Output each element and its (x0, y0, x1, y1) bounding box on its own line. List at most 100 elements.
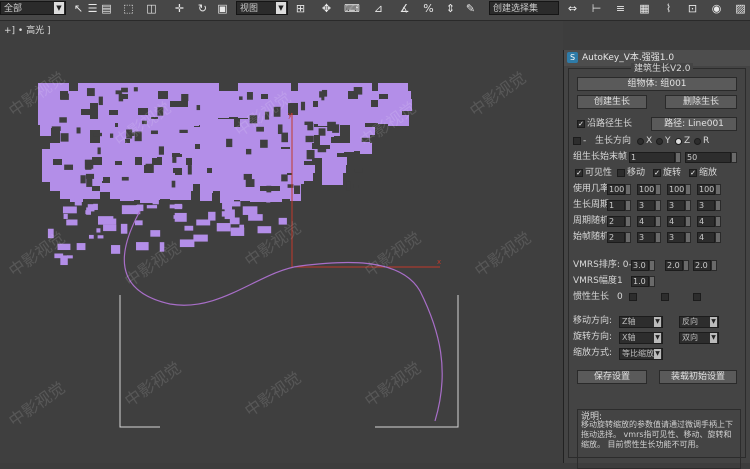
graphite-tools-icon[interactable]: ▦ (638, 2, 651, 15)
period-random-spinner-3[interactable] (685, 216, 691, 227)
schematic-view-icon[interactable]: ⊡ (686, 2, 699, 15)
growth-period-field-4[interactable]: 3 (697, 200, 715, 211)
percent-snap-icon[interactable]: % (422, 2, 435, 15)
inertia-checkbox-1[interactable] (629, 293, 637, 301)
end-frame-field[interactable]: 50 (685, 152, 731, 163)
axis-r-radio[interactable] (694, 138, 701, 145)
period-random-field-1[interactable]: 2 (607, 216, 625, 227)
scale-checkbox[interactable]: ✓ (689, 169, 697, 177)
layer-manager-icon[interactable]: ≡ (614, 2, 627, 15)
start-frame-spinner[interactable] (675, 152, 681, 163)
named-selection-dropdown[interactable]: 创建选择集 (489, 1, 559, 15)
vmrs-order-field-1[interactable]: 3.0 (631, 260, 649, 271)
growth-period-spinner-4[interactable] (715, 200, 721, 211)
vmrs-order-field-3[interactable]: 2.0 (693, 260, 711, 271)
start-random-field-2[interactable]: 3 (637, 232, 655, 243)
snap-toggle-icon[interactable]: ⊿ (372, 2, 385, 15)
period-random-field-2[interactable]: 4 (637, 216, 655, 227)
axis-z-radio[interactable] (675, 138, 682, 145)
spinner-snap-icon[interactable]: ⇕ (444, 2, 457, 15)
growth-period-spinner-1[interactable] (625, 200, 631, 211)
group-object-button[interactable]: 组物体: 组001 (577, 77, 737, 91)
load-defaults-button[interactable]: 装载初始设置 (659, 370, 737, 384)
path-growth-checkbox[interactable]: ✓ (577, 120, 585, 128)
viewport-label[interactable]: +] • 高光 ] (4, 23, 50, 36)
window-crossing-icon[interactable]: ◫ (145, 2, 158, 15)
vmrs-order-spinner-1[interactable] (649, 260, 655, 271)
delete-growth-button[interactable]: 删除生长 (665, 95, 737, 109)
move-icon[interactable]: ✛ (173, 2, 186, 15)
pivot-center-icon[interactable]: ⊞ (294, 2, 307, 15)
select-manipulate-icon[interactable]: ✥ (320, 2, 333, 15)
growth-period-spinner-2[interactable] (655, 200, 661, 211)
period-random-spinner-2[interactable] (655, 216, 661, 227)
start-random-field-4[interactable]: 4 (697, 232, 715, 243)
axis-x-radio[interactable] (637, 138, 644, 145)
angle-snap-icon[interactable]: ∡ (398, 2, 411, 15)
select-list-icon[interactable]: ▤ (100, 2, 113, 15)
probability-field-2[interactable]: 100 (637, 184, 655, 195)
reference-coordinate-dropdown[interactable]: 视图 ▼ (236, 1, 288, 15)
selection-filter-dropdown[interactable]: 全部 ▼ (0, 1, 66, 15)
period-random-spinner-1[interactable] (625, 216, 631, 227)
visibility-checkbox[interactable]: ✓ (575, 169, 583, 177)
scale-icon[interactable]: ▣ (216, 2, 229, 15)
probability-spinner-4[interactable] (715, 184, 721, 195)
save-settings-button[interactable]: 保存设置 (577, 370, 647, 384)
render-setup-icon[interactable]: ▨ (734, 2, 747, 15)
rotate-mode-dropdown[interactable]: 双向 ▼ (679, 332, 719, 344)
start-random-field-3[interactable]: 3 (667, 232, 685, 243)
growth-period-field-1[interactable]: 1 (607, 200, 625, 211)
rotate-axis-dropdown[interactable]: X轴 ▼ (619, 332, 663, 344)
start-random-spinner-3[interactable] (685, 232, 691, 243)
align-icon[interactable]: ⊢ (590, 2, 603, 15)
mirror-icon[interactable]: ⇔ (566, 2, 579, 15)
axis-y-radio[interactable] (656, 138, 663, 145)
curve-editor-icon[interactable]: ⌇ (662, 2, 675, 15)
probability-field-4[interactable]: 100 (697, 184, 715, 195)
probability-field-1[interactable]: 100 (607, 184, 625, 195)
building-piece (200, 119, 211, 127)
growth-period-spinner-3[interactable] (685, 200, 691, 211)
rotate-icon[interactable]: ↻ (196, 2, 209, 15)
vmrs-order-spinner-2[interactable] (683, 260, 689, 271)
inertia-checkbox-2[interactable] (661, 293, 669, 301)
scale-mode-dropdown[interactable]: 等比缩放 ▼ (619, 348, 663, 360)
growth-direction-checkbox[interactable] (573, 137, 581, 145)
edit-named-selection-icon[interactable]: ✎ (464, 2, 477, 15)
building-piece (88, 234, 94, 239)
keyboard-shortcut-icon[interactable]: ⌨ (344, 2, 360, 15)
move-mode-dropdown[interactable]: 反向 ▼ (679, 316, 719, 328)
growth-period-field-2[interactable]: 3 (637, 200, 655, 211)
inertia-checkbox-3[interactable] (693, 293, 701, 301)
growth-period-field-3[interactable]: 3 (667, 200, 685, 211)
probability-spinner-3[interactable] (685, 184, 691, 195)
material-editor-icon[interactable]: ◉ (710, 2, 723, 15)
rectangle-select-icon[interactable]: ⬚ (122, 2, 135, 15)
vmrs-amplitude-spinner[interactable] (649, 276, 655, 287)
period-random-spinner-4[interactable] (715, 216, 721, 227)
vmrs-amplitude-field[interactable]: 1.0 (631, 276, 649, 287)
path-pick-button[interactable]: 路径: Line001 (651, 117, 737, 131)
vmrs-order-field-2[interactable]: 2.0 (665, 260, 683, 271)
select-by-name-icon[interactable]: ☰ (86, 2, 99, 15)
period-random-field-3[interactable]: 4 (667, 216, 685, 227)
rotate-checkbox[interactable]: ✓ (653, 169, 661, 177)
probability-field-3[interactable]: 100 (667, 184, 685, 195)
select-object-icon[interactable]: ↖ (72, 2, 85, 15)
create-growth-button[interactable]: 创建生长 (577, 95, 647, 109)
start-random-field-1[interactable]: 2 (607, 232, 625, 243)
move-axis-dropdown[interactable]: Z轴 ▼ (619, 316, 663, 328)
move-checkbox[interactable] (617, 169, 625, 177)
vmrs-order-spinner-3[interactable] (711, 260, 717, 271)
building-piece (278, 217, 287, 225)
probability-spinner-1[interactable] (625, 184, 631, 195)
probability-spinner-2[interactable] (655, 184, 661, 195)
end-frame-spinner[interactable] (731, 152, 737, 163)
start-frame-field[interactable]: 1 (629, 152, 675, 163)
perspective-viewport[interactable]: y x +] • 高光 ] 中影视觉 中影视觉 中影视觉 中影视觉 中影视觉 中… (0, 21, 563, 463)
start-random-spinner-4[interactable] (715, 232, 721, 243)
start-random-spinner-1[interactable] (625, 232, 631, 243)
start-random-spinner-2[interactable] (655, 232, 661, 243)
period-random-field-4[interactable]: 4 (697, 216, 715, 227)
